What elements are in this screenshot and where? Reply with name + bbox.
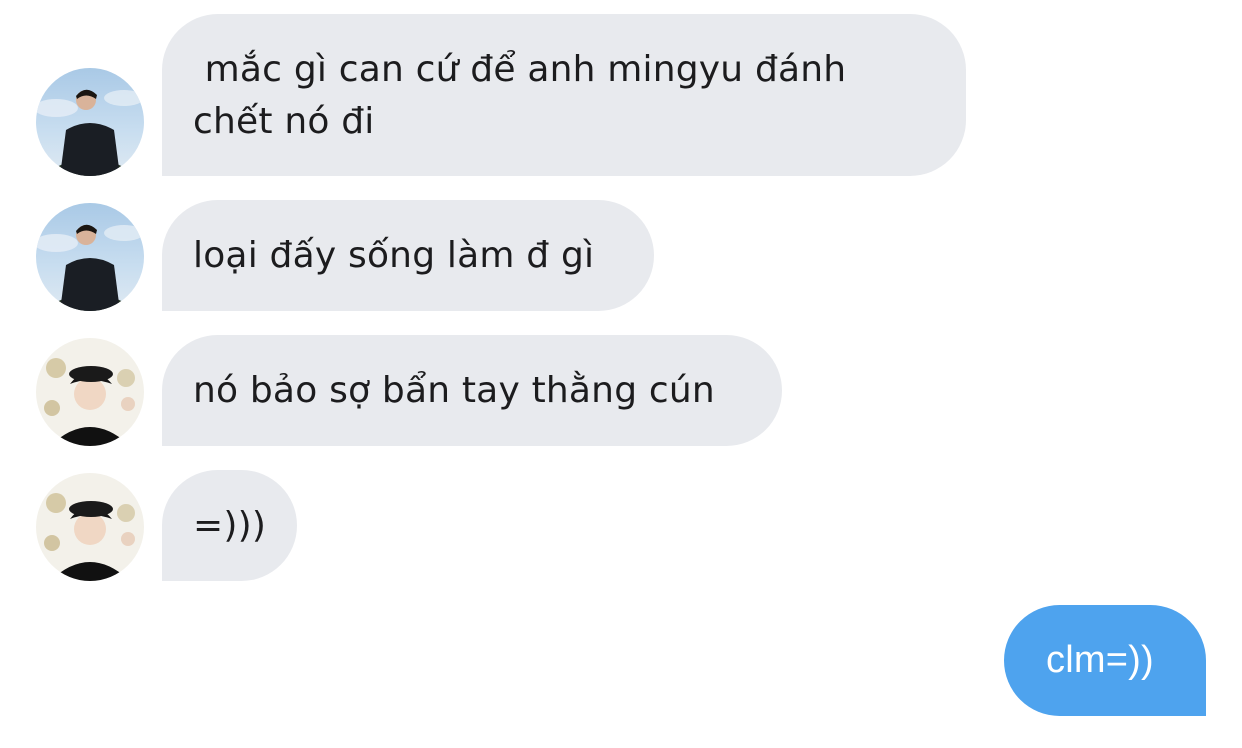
message-text: =))) xyxy=(193,505,267,546)
profile-photo-outdoor-icon xyxy=(36,203,144,311)
message-text: loại đấy sống làm đ gì xyxy=(193,235,595,276)
message-bubble-incoming[interactable]: mắc gì can cứ để anh mingyu đánh chết nó… xyxy=(162,14,966,176)
message-bubble-incoming[interactable]: nó bảo sợ bẩn tay thằng cún xyxy=(162,335,782,446)
sender-avatar[interactable] xyxy=(36,68,144,176)
profile-photo-cap-icon xyxy=(36,338,144,446)
chat-thread: mắc gì can cứ để anh mingyu đánh chết nó… xyxy=(0,0,1242,748)
message-bubble-incoming[interactable]: loại đấy sống làm đ gì xyxy=(162,200,654,311)
message-text: nó bảo sợ bẩn tay thằng cún xyxy=(193,370,715,411)
message-text: clm=)) xyxy=(1046,639,1154,681)
sender-avatar[interactable] xyxy=(36,203,144,311)
message-text: mắc gì can cứ để anh mingyu đánh chết nó… xyxy=(193,49,858,142)
profile-photo-outdoor-icon xyxy=(36,68,144,176)
sender-avatar[interactable] xyxy=(36,338,144,446)
sender-avatar[interactable] xyxy=(36,473,144,581)
profile-photo-cap-icon xyxy=(36,473,144,581)
message-bubble-incoming[interactable]: =))) xyxy=(162,470,297,581)
message-bubble-outgoing[interactable]: clm=)) xyxy=(1004,605,1206,716)
